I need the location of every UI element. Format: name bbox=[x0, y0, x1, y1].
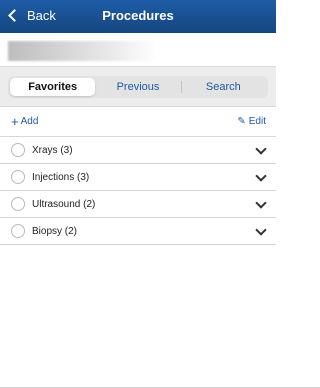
list-item[interactable]: Xrays (3) bbox=[0, 137, 276, 164]
chevron-down-icon[interactable] bbox=[255, 170, 267, 182]
radio-button[interactable] bbox=[11, 197, 25, 211]
radio-button[interactable] bbox=[11, 143, 25, 157]
add-button[interactable]: + Add bbox=[11, 113, 39, 129]
list-item-label: Ultrasound (2) bbox=[32, 198, 96, 210]
segmented-control: Favorites Previous Search bbox=[8, 76, 268, 98]
plus-icon: + bbox=[11, 113, 19, 129]
action-bar: + Add ✎ Edit bbox=[0, 107, 276, 137]
tab-favorites[interactable]: Favorites bbox=[10, 78, 96, 96]
chevron-down-icon[interactable] bbox=[255, 224, 267, 236]
chevron-down-icon[interactable] bbox=[255, 197, 267, 209]
category-list: Xrays (3) Injections (3) Ultrasound (2) … bbox=[0, 137, 276, 245]
tab-previous[interactable]: Previous bbox=[95, 78, 180, 96]
list-item-label: Xrays (3) bbox=[32, 144, 73, 156]
redacted-patient-info bbox=[8, 41, 158, 61]
edit-label: Edit bbox=[248, 116, 266, 127]
nav-bar: Back Procedures bbox=[0, 0, 276, 33]
list-item[interactable]: Biopsy (2) bbox=[0, 218, 276, 245]
edit-icon: ✎ bbox=[237, 116, 246, 127]
segmented-control-container: Favorites Previous Search bbox=[0, 67, 276, 107]
list-item[interactable]: Ultrasound (2) bbox=[0, 191, 276, 218]
chevron-down-icon[interactable] bbox=[255, 143, 267, 155]
tab-search[interactable]: Search bbox=[180, 78, 266, 96]
radio-button[interactable] bbox=[11, 170, 25, 184]
radio-button[interactable] bbox=[11, 224, 25, 238]
page-title: Procedures bbox=[102, 8, 174, 23]
list-item-label: Injections (3) bbox=[32, 171, 90, 183]
patient-header bbox=[0, 33, 276, 67]
edit-button[interactable]: ✎ Edit bbox=[237, 116, 266, 127]
list-item[interactable]: Injections (3) bbox=[0, 164, 276, 191]
add-label: Add bbox=[20, 116, 39, 127]
list-item-label: Biopsy (2) bbox=[32, 225, 78, 237]
